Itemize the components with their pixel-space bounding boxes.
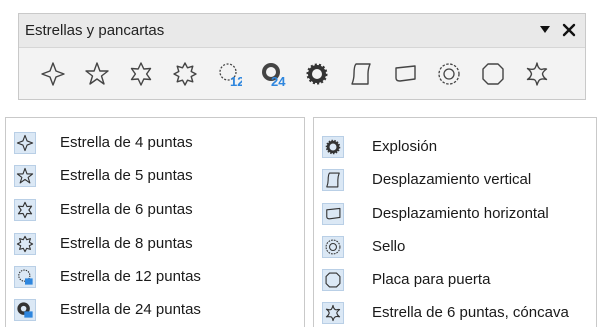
menu-item-concave-6-star[interactable]: Estrella de 6 puntas, cóncava bbox=[314, 296, 596, 328]
toolbar-icons: 12 24 bbox=[19, 48, 585, 101]
vertical-scroll-icon[interactable] bbox=[347, 60, 375, 88]
shapes-menu-left: Estrella de 4 puntas Estrella de 5 punta… bbox=[5, 117, 305, 327]
seal-icon bbox=[322, 236, 344, 258]
menu-item-star-8[interactable]: Estrella de 8 puntas bbox=[6, 227, 304, 259]
star-8-icon[interactable] bbox=[171, 60, 199, 88]
menu-item-horizontal-scroll[interactable]: Desplazamiento horizontal bbox=[314, 197, 596, 229]
menu-item-seal[interactable]: Sello bbox=[314, 230, 596, 262]
explosion-icon[interactable] bbox=[303, 60, 331, 88]
menu-item-vertical-scroll[interactable]: Desplazamiento vertical bbox=[314, 163, 596, 195]
concave-6-star-icon[interactable] bbox=[523, 60, 551, 88]
menu-item-label: Estrella de 6 puntas bbox=[60, 201, 193, 218]
concave-6-star-icon bbox=[322, 302, 344, 324]
horizontal-scroll-icon[interactable] bbox=[391, 60, 419, 88]
menu-item-star-12[interactable]: Estrella de 12 puntas bbox=[6, 260, 304, 292]
seal-icon[interactable] bbox=[435, 60, 463, 88]
star-12-icon bbox=[14, 266, 36, 288]
menu-item-label: Estrella de 24 puntas bbox=[60, 301, 201, 318]
toolbar-titlebar[interactable]: Estrellas y pancartas bbox=[19, 14, 585, 48]
menu-item-label: Estrella de 4 puntas bbox=[60, 134, 193, 151]
star-24-icon[interactable]: 24 bbox=[259, 60, 287, 88]
menu-item-label: Estrella de 8 puntas bbox=[60, 235, 193, 252]
star-4-icon bbox=[14, 132, 36, 154]
menu-item-star-5[interactable]: Estrella de 5 puntas bbox=[6, 159, 304, 191]
star-4-icon[interactable] bbox=[39, 60, 67, 88]
vertical-scroll-icon bbox=[322, 169, 344, 191]
menu-item-label: Estrella de 12 puntas bbox=[60, 268, 201, 285]
svg-text:12: 12 bbox=[230, 74, 242, 87]
close-icon[interactable] bbox=[559, 20, 579, 40]
menu-item-label: Placa para puerta bbox=[372, 271, 491, 288]
star-24-icon bbox=[14, 299, 36, 321]
star-5-icon bbox=[14, 165, 36, 187]
menu-item-star-6[interactable]: Estrella de 6 puntas bbox=[6, 193, 304, 225]
menu-item-label: Sello bbox=[372, 238, 406, 255]
shapes-menu-right: Explosión Desplazamiento vertical Despla… bbox=[313, 117, 597, 327]
stars-banners-toolbar: Estrellas y pancartas 12 24 bbox=[18, 13, 586, 100]
menu-item-explosion[interactable]: Explosión bbox=[314, 130, 596, 162]
explosion-icon bbox=[322, 136, 344, 158]
menu-item-label: Explosión bbox=[372, 138, 438, 155]
star-5-icon[interactable] bbox=[83, 60, 111, 88]
menu-item-label: Estrella de 6 puntas, cóncava bbox=[372, 304, 569, 321]
star-12-icon[interactable]: 12 bbox=[215, 60, 243, 88]
menu-item-label: Desplazamiento horizontal bbox=[372, 205, 549, 222]
menu-item-star-24[interactable]: Estrella de 24 puntas bbox=[6, 293, 304, 325]
menu-item-label: Estrella de 5 puntas bbox=[60, 167, 193, 184]
svg-text:24: 24 bbox=[271, 74, 286, 87]
horizontal-scroll-icon bbox=[322, 203, 344, 225]
menu-item-door-plate[interactable]: Placa para puerta bbox=[314, 263, 596, 295]
dropdown-arrow-icon[interactable] bbox=[535, 20, 555, 40]
door-plate-icon[interactable] bbox=[479, 60, 507, 88]
star-8-icon bbox=[14, 233, 36, 255]
star-6-icon bbox=[14, 199, 36, 221]
menu-item-star-4[interactable]: Estrella de 4 puntas bbox=[6, 126, 304, 158]
door-plate-icon bbox=[322, 269, 344, 291]
menu-item-label: Desplazamiento vertical bbox=[372, 171, 532, 188]
star-6-icon[interactable] bbox=[127, 60, 155, 88]
toolbar-title: Estrellas y pancartas bbox=[25, 22, 165, 39]
